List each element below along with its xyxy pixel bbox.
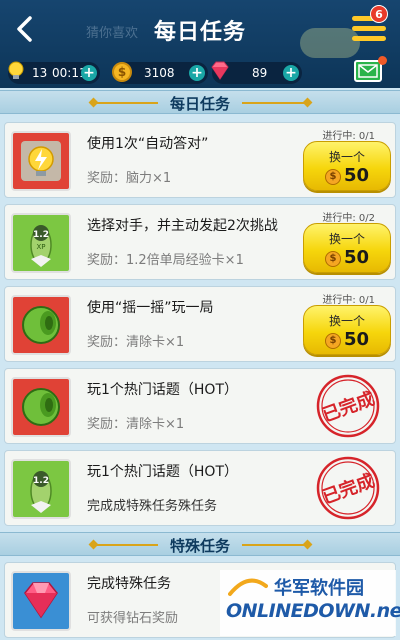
coin-icon: $ (325, 169, 341, 185)
task-reward: 奖励：清除卡×1 (87, 335, 185, 350)
task-progress: 进行中: 0/2 (322, 213, 375, 224)
task-card: 使用“摇一摇”玩一局 奖励：清除卡×1 进行中: 0/1 换一个 $ 50 (4, 286, 396, 362)
swap-cost: 50 (344, 247, 370, 268)
task-card: 使用1次“自动答对” 奖励：脑力×1 进行中: 0/1 换一个 $ 50 (4, 122, 396, 198)
site-watermark: 华军软件园 ONLINEDOWN.net (220, 570, 400, 636)
swap-task-button[interactable]: 换一个 $ 50 (303, 141, 391, 191)
notification-badge: 6 (370, 5, 388, 23)
swap-label: 换一个 (328, 314, 365, 328)
swap-cost: 50 (344, 329, 370, 350)
exp-card-icon: 1.2 (11, 459, 71, 519)
diamond-stat: 89 + (211, 61, 302, 84)
shake-icon (11, 295, 71, 355)
swap-label: 换一个 (328, 232, 365, 246)
task-title: 选择对手，并主动发起2次挑战 (87, 218, 278, 234)
lightbulb-icon (4, 60, 28, 84)
coin-icon: $ (325, 251, 341, 267)
add-diamonds-button[interactable]: + (283, 65, 299, 81)
task-reward: 可获得钻石奖励 (87, 611, 179, 626)
task-reward: 完成成特殊任务殊任务 (87, 499, 218, 514)
task-title: 玩1个热门话题（HOT） (87, 464, 239, 480)
coin-count: 3108 (144, 66, 175, 80)
section-title-daily: 每日任务 (169, 95, 230, 113)
stamp-text: 已完成 (319, 387, 377, 426)
swap-cost: 50 (344, 165, 370, 186)
watermark-logo-icon (228, 578, 268, 596)
mail-button[interactable] (354, 60, 382, 82)
menu-icon-bar (352, 36, 386, 41)
task-card: 1.2 玩1个热门话题（HOT） 完成成特殊任务殊任务 已完成 (4, 450, 396, 526)
task-progress: 进行中: 0/1 (322, 295, 375, 306)
swap-label: 换一个 (328, 150, 365, 164)
page-title: 每日任务 (153, 20, 246, 45)
add-coins-button[interactable]: + (189, 65, 205, 81)
coin-icon: $ (325, 333, 341, 349)
energy-stat: 13 00:11 + (8, 61, 100, 84)
task-reward: 奖励：脑力×1 (87, 171, 172, 186)
diamond-icon (11, 571, 71, 631)
task-reward: 奖励：1.2倍单局经验卡×1 (87, 253, 244, 268)
menu-icon-bar (352, 26, 386, 31)
watermark-url: ONLINEDOWN.net (226, 600, 400, 622)
section-title-special: 特殊任务 (169, 537, 230, 555)
completed-stamp: 已完成 (315, 373, 381, 439)
envelope-icon (358, 64, 378, 78)
swap-task-button[interactable]: 换一个 $ 50 (303, 305, 391, 355)
watermark-text: 华军软件园 (274, 578, 364, 599)
task-card: 1.2 XP 选择对手，并主动发起2次挑战 奖励：1.2倍单局经验卡×1 进行中… (4, 204, 396, 280)
exp-card-icon: 1.2 XP (11, 213, 71, 273)
task-title: 使用“摇一摇”玩一局 (87, 300, 214, 316)
coin-stat: $ 3108 + (112, 62, 208, 84)
coin-icon: $ (110, 60, 134, 84)
energy-count: 13 (32, 66, 48, 80)
diamond-count: 89 (252, 66, 268, 80)
diamond-icon (208, 60, 232, 84)
completed-stamp: 已完成 (315, 455, 381, 521)
task-title: 使用1次“自动答对” (87, 136, 209, 152)
add-energy-button[interactable]: + (81, 65, 97, 81)
daily-tasks-banner: 每日任务 (0, 90, 400, 114)
svg-text:1.2: 1.2 (33, 476, 49, 486)
stamp-text: 已完成 (319, 469, 377, 508)
task-title: 完成特殊任务 (87, 576, 171, 592)
swap-task-button[interactable]: 换一个 $ 50 (303, 223, 391, 273)
clear-card-icon (11, 377, 71, 437)
svg-text:1.2: 1.2 (33, 230, 49, 240)
task-card: 玩1个热门话题（HOT） 奖励：清除卡×1 已完成 (4, 368, 396, 444)
top-bar: 猜你喜欢 每日任务 6 13 00:11 + $ 3108 + 89 + (0, 0, 400, 88)
task-title: 玩1个热门话题（HOT） (87, 382, 239, 398)
svg-text:XP: XP (36, 243, 45, 251)
task-reward: 奖励：清除卡×1 (87, 417, 185, 432)
special-tasks-banner: 特殊任务 (0, 532, 400, 556)
task-progress: 进行中: 0/1 (322, 131, 375, 142)
currency-bar: 13 00:11 + $ 3108 + 89 + (0, 60, 400, 86)
auto-answer-icon (11, 131, 71, 191)
mail-notification-dot (378, 56, 387, 65)
